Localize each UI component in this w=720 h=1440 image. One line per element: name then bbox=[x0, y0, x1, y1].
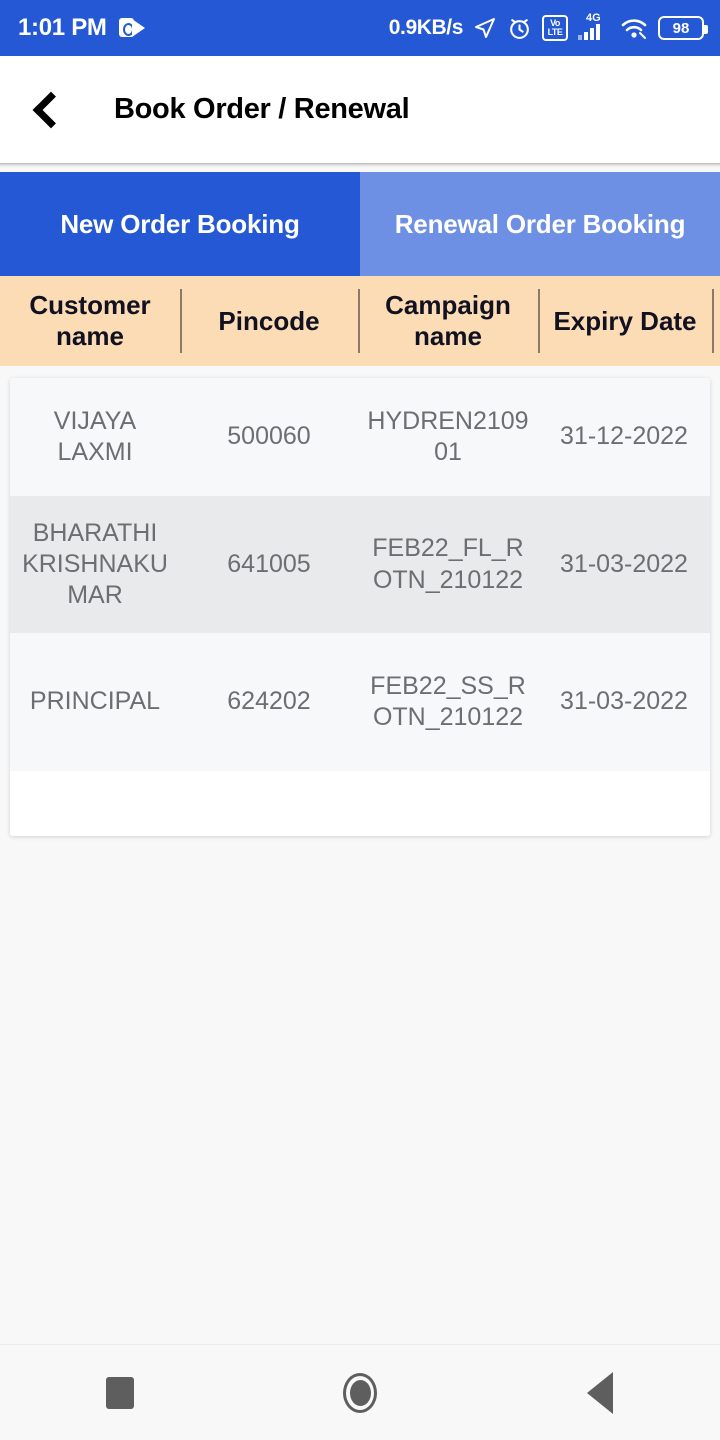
cell-expiry-date: 31-03-2022 bbox=[560, 687, 688, 716]
table-empty-row bbox=[10, 771, 710, 836]
app-bar: Book Order / Renewal bbox=[0, 56, 720, 168]
tab-renewal-order-booking-label: Renewal Order Booking bbox=[394, 208, 686, 239]
status-bar-left: 1:01 PM bbox=[18, 14, 145, 42]
cell-campaign-name: HYDREN210901 bbox=[367, 406, 529, 466]
battery-level-label: 98 bbox=[672, 19, 690, 37]
page-title: Book Order / Renewal bbox=[114, 93, 410, 125]
home-circle-icon bbox=[343, 1372, 377, 1413]
signal-4g-icon: 4G bbox=[578, 12, 610, 41]
battery-icon: 98 bbox=[658, 16, 708, 40]
cell-pincode: 500060 bbox=[227, 422, 311, 451]
home-button[interactable] bbox=[300, 1345, 420, 1440]
table-row[interactable]: VIJAYA LAXMI 500060 HYDREN210901 31-12-2… bbox=[10, 378, 710, 496]
column-header-campaign-name[interactable]: Campaign name bbox=[358, 276, 538, 366]
cell-campaign-name: FEB22_FL_ROTN_210122 bbox=[372, 534, 524, 594]
status-bar-clock: 1:01 PM bbox=[18, 14, 107, 41]
system-back-button[interactable] bbox=[540, 1345, 660, 1440]
table-header-row: Customer name Pincode Campaign name Expi… bbox=[0, 276, 720, 366]
wifi-icon bbox=[620, 17, 648, 39]
alarm-clock-icon bbox=[507, 16, 532, 41]
orders-table-card: VIJAYA LAXMI 500060 HYDREN210901 31-12-2… bbox=[10, 378, 710, 836]
phone-screen: 1:01 PM 0.9KB/s Vo LTE 4G 98 Book Order … bbox=[0, 0, 720, 1440]
table-row[interactable]: PRINCIPAL 624202 FEB22_SS_ROTN_210122 31… bbox=[10, 633, 710, 771]
status-bar: 1:01 PM 0.9KB/s Vo LTE 4G 98 bbox=[0, 0, 720, 56]
cell-campaign-name: FEB22_SS_ROTN_210122 bbox=[370, 671, 526, 731]
tab-new-order-booking[interactable]: New Order Booking bbox=[0, 172, 360, 276]
location-arrow-icon bbox=[473, 16, 497, 40]
cell-expiry-date: 31-03-2022 bbox=[560, 549, 688, 578]
tab-bar: New Order Booking Renewal Order Booking bbox=[0, 172, 720, 276]
cell-customer-name: VIJAYA LAXMI bbox=[53, 406, 137, 466]
volte-icon: Vo LTE bbox=[542, 15, 568, 41]
network-speed-label: 0.9KB/s bbox=[388, 16, 464, 39]
cell-customer-name: PRINCIPAL bbox=[29, 687, 161, 716]
tab-renewal-order-booking[interactable]: Renewal Order Booking bbox=[360, 172, 720, 276]
cell-pincode: 624202 bbox=[227, 687, 311, 716]
column-header-customer-name[interactable]: Customer name bbox=[0, 276, 180, 366]
column-header-pincode[interactable]: Pincode bbox=[180, 276, 358, 366]
outlook-icon bbox=[118, 17, 145, 39]
back-chevron-icon bbox=[32, 91, 70, 128]
column-header-expiry-date[interactable]: Expiry Date bbox=[538, 276, 712, 366]
system-navigation-bar bbox=[0, 1344, 720, 1440]
cell-pincode: 641005 bbox=[227, 549, 311, 578]
column-header-divider bbox=[712, 276, 720, 366]
back-triangle-icon bbox=[587, 1371, 613, 1414]
recents-button[interactable] bbox=[60, 1345, 180, 1440]
tab-new-order-booking-label: New Order Booking bbox=[60, 208, 300, 239]
cell-customer-name: BHARATHI KRISHNAKUMAR bbox=[22, 518, 168, 610]
status-bar-right: 0.9KB/s Vo LTE 4G 98 bbox=[388, 12, 708, 41]
table-row[interactable]: BHARATHI KRISHNAKUMAR 641005 FEB22_FL_RO… bbox=[10, 496, 710, 633]
back-button[interactable] bbox=[0, 56, 96, 163]
recents-square-icon bbox=[106, 1376, 134, 1409]
cell-expiry-date: 31-12-2022 bbox=[560, 422, 688, 451]
